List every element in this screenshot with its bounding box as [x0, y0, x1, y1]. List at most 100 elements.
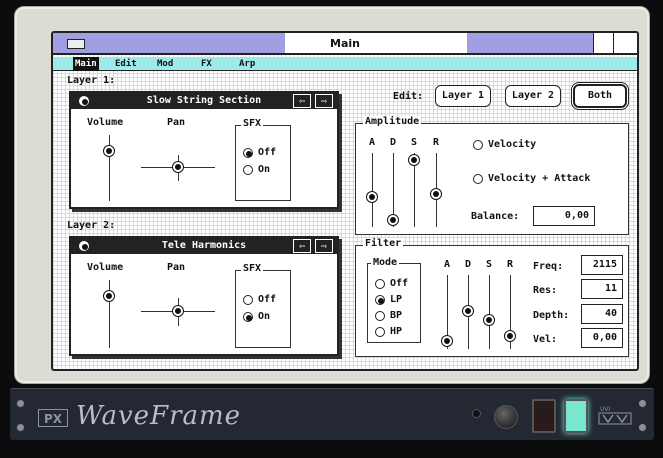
filter-mode-hp-label[interactable]: HP	[390, 326, 402, 337]
active-switch[interactable]	[564, 399, 588, 433]
vel-field[interactable]: 0,00	[581, 328, 623, 348]
filter-decay-slider[interactable]	[462, 305, 474, 317]
menu-main[interactable]: Main	[73, 57, 99, 71]
layer1-sfx-group	[235, 125, 291, 201]
px-logo: PX	[38, 409, 68, 427]
layer1-enable-radio[interactable]	[79, 96, 89, 106]
collapse-box[interactable]	[613, 33, 637, 53]
layer2-heading: Layer 2:	[67, 220, 116, 231]
filter-sustain-track	[489, 275, 490, 349]
layer1-preset-name[interactable]: Slow String Section	[147, 95, 261, 106]
uvi-audioz-logo: UVI	[598, 403, 632, 427]
monitor-bezel: Main Main Edit Mod FX Arp Layer 1: Slow …	[14, 6, 650, 384]
layer2-panel: Tele Harmonics ⇦ ⇨ Volume Pan SFX Off On	[69, 236, 339, 356]
screw-icon	[16, 399, 25, 408]
menu-fx[interactable]: FX	[201, 57, 212, 71]
layer2-next-preset-icon[interactable]: ⇨	[315, 239, 333, 253]
power-led	[472, 409, 481, 418]
layer2-pan-slider[interactable]	[172, 305, 184, 317]
amplitude-title: Amplitude	[363, 116, 422, 127]
filter-mode-bp-radio[interactable]	[375, 311, 385, 321]
layer1-sfx-title: SFX	[241, 118, 264, 129]
layer1-volume-label: Volume	[87, 117, 124, 128]
menu-bar: Main Edit Mod FX Arp	[53, 57, 637, 71]
amp-decay-slider[interactable]	[387, 214, 399, 226]
amp-sustain-slider[interactable]	[408, 154, 420, 166]
edit-layer1-button[interactable]: Layer 1	[435, 85, 491, 107]
layer1-pan-slider[interactable]	[172, 161, 184, 173]
filter-release-label: R	[507, 259, 514, 270]
filter-sustain-label: S	[486, 259, 493, 270]
screw-icon	[16, 423, 25, 432]
layer1-panel: Slow String Section ⇦ ⇨ Volume Pan SFX O…	[69, 91, 339, 209]
layer2-sfx-group	[235, 270, 291, 348]
edit-layer2-button[interactable]: Layer 2	[505, 85, 561, 107]
layer1-sfx-off-radio[interactable]	[243, 148, 253, 158]
layer1-next-preset-icon[interactable]: ⇨	[315, 94, 333, 108]
amp-release-label: R	[433, 137, 440, 148]
layer2-sfx-off-radio[interactable]	[243, 295, 253, 305]
plugin-window: { "window": {"title": "Main"}, "menu": […	[0, 0, 663, 458]
layer1-prev-preset-icon[interactable]: ⇦	[293, 94, 311, 108]
screen: Main Main Edit Mod FX Arp Layer 1: Slow …	[51, 31, 639, 371]
edit-label: Edit:	[393, 91, 424, 102]
menu-arp[interactable]: Arp	[239, 57, 255, 71]
amp-velocity-attack-label[interactable]: Velocity + Attack	[488, 173, 590, 184]
dark-switch[interactable]	[532, 399, 556, 433]
layer2-sfx-on-label[interactable]: On	[258, 311, 270, 322]
screw-icon	[638, 399, 647, 408]
layer1-sfx-on-radio[interactable]	[243, 165, 253, 175]
screw-icon	[638, 423, 647, 432]
filter-mode-off-radio[interactable]	[375, 279, 385, 289]
layer2-pan-label: Pan	[167, 262, 186, 273]
amp-velocity-attack-radio[interactable]	[473, 174, 483, 184]
depth-field[interactable]: 40	[581, 304, 623, 324]
res-field[interactable]: 11	[581, 279, 623, 299]
filter-mode-lp-radio[interactable]	[375, 295, 385, 305]
window-title: Main	[330, 37, 360, 50]
power-knob[interactable]	[494, 405, 518, 429]
edit-both-button[interactable]: Both	[573, 84, 627, 108]
filter-sustain-slider[interactable]	[483, 314, 495, 326]
zoom-box[interactable]	[593, 33, 613, 53]
amp-decay-label: D	[390, 137, 397, 148]
filter-mode-bp-label[interactable]: BP	[390, 310, 402, 321]
filter-mode-title: Mode	[371, 257, 400, 268]
filter-attack-label: A	[444, 259, 451, 270]
amp-release-slider[interactable]	[430, 188, 442, 200]
menu-edit[interactable]: Edit	[115, 57, 137, 71]
svg-text:UVI: UVI	[600, 406, 610, 413]
filter-mode-hp-radio[interactable]	[375, 327, 385, 337]
layer2-sfx-title: SFX	[241, 263, 264, 274]
menu-mod[interactable]: Mod	[157, 57, 173, 71]
layer2-enable-radio[interactable]	[79, 241, 89, 251]
layer1-sfx-off-label[interactable]: Off	[258, 147, 276, 158]
layer1-sfx-on-label[interactable]: On	[258, 164, 270, 175]
amp-velocity-label[interactable]: Velocity	[488, 139, 536, 150]
amp-sustain-label: S	[411, 137, 418, 148]
layer1-heading: Layer 1:	[67, 75, 116, 86]
title-bar: Main	[53, 33, 637, 55]
layer2-prev-preset-icon[interactable]: ⇦	[293, 239, 311, 253]
freq-label: Freq:	[533, 261, 564, 272]
filter-mode-lp-label[interactable]: LP	[390, 294, 402, 305]
layer1-pan-label: Pan	[167, 117, 186, 128]
filter-release-slider[interactable]	[504, 330, 516, 342]
layer2-sfx-off-label[interactable]: Off	[258, 294, 276, 305]
filter-title: Filter	[363, 238, 404, 249]
layer2-volume-slider[interactable]	[103, 290, 115, 302]
amp-attack-slider[interactable]	[366, 191, 378, 203]
vel-label: Vel:	[533, 334, 558, 345]
filter-mode-off-label[interactable]: Off	[390, 278, 408, 289]
balance-field[interactable]: 0,00	[533, 206, 595, 226]
layer2-sfx-on-radio[interactable]	[243, 312, 253, 322]
amp-velocity-radio[interactable]	[473, 140, 483, 150]
layer2-preset-name[interactable]: Tele Harmonics	[162, 240, 246, 251]
footer-bar: PX WaveFrame UVI	[10, 388, 654, 440]
product-name: WaveFrame	[76, 401, 242, 431]
amp-attack-label: A	[369, 137, 376, 148]
layer1-volume-slider[interactable]	[103, 145, 115, 157]
filter-attack-slider[interactable]	[441, 335, 453, 347]
res-label: Res:	[533, 285, 558, 296]
freq-field[interactable]: 2115	[581, 255, 623, 275]
